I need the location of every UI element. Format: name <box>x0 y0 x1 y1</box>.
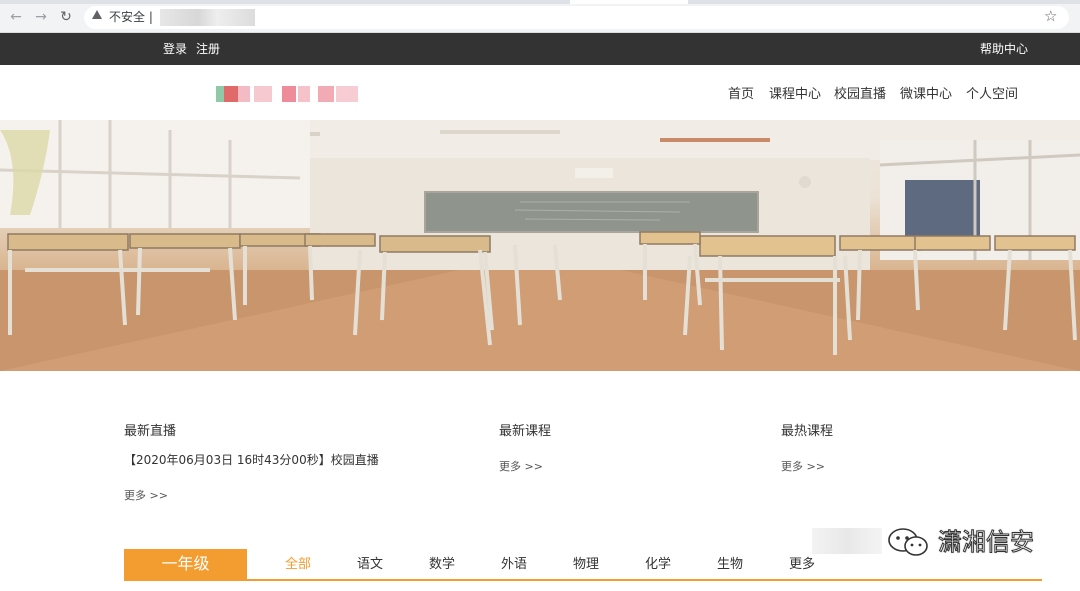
subject-tab-chinese[interactable]: 语文 <box>357 557 383 572</box>
subject-tab-all[interactable]: 全部 <box>285 557 311 572</box>
reload-icon[interactable]: ↻ <box>58 9 74 25</box>
tab-strip <box>0 0 1080 4</box>
nav-campus-live[interactable]: 校园直播 <box>834 87 886 102</box>
nav-course-center[interactable]: 课程中心 <box>769 87 821 102</box>
browser-toolbar: ← → ↻ 不安全 | ☆ <box>0 0 1080 33</box>
subject-tab-foreign-language[interactable]: 外语 <box>501 557 527 572</box>
top-bar: 登录 注册 帮助中心 <box>0 33 1080 65</box>
hero-classroom-banner <box>0 120 1080 371</box>
nav-home[interactable]: 首页 <box>728 87 754 102</box>
latest-courses-more-link[interactable]: 更多 >> <box>499 460 543 473</box>
hot-courses-more-link[interactable]: 更多 >> <box>781 460 825 473</box>
star-icon[interactable]: ☆ <box>1044 8 1057 24</box>
security-label[interactable]: 不安全 | <box>109 10 153 24</box>
login-link[interactable]: 登录 <box>163 42 187 56</box>
live-list-item[interactable]: 【2020年06月03日 16时43分00秒】校园直播 <box>124 453 379 467</box>
watermark-redacted <box>812 528 882 554</box>
subject-tab-more[interactable]: 更多 <box>789 557 815 572</box>
wechat-icon <box>888 528 928 556</box>
latest-live-title: 最新直播 <box>124 424 177 439</box>
classroom-illustration <box>0 120 1080 371</box>
warning-icon[interactable] <box>92 10 102 19</box>
subject-tab-biology[interactable]: 生物 <box>717 557 743 572</box>
site-header: 首页 课程中心 校园直播 微课中心 个人空间 <box>0 65 1080 120</box>
help-center-link[interactable]: 帮助中心 <box>980 42 1028 56</box>
subject-tab-chemistry[interactable]: 化学 <box>645 557 671 572</box>
grade-label[interactable]: 一年级 <box>124 549 247 579</box>
site-logo-redacted[interactable] <box>216 80 358 108</box>
nav-micro-course[interactable]: 微课中心 <box>900 87 952 102</box>
latest-courses-title: 最新课程 <box>499 424 552 439</box>
back-icon[interactable]: ← <box>8 9 24 25</box>
nav-personal-space[interactable]: 个人空间 <box>966 87 1018 102</box>
register-link[interactable]: 注册 <box>196 42 220 56</box>
url-text-redacted[interactable] <box>160 9 255 26</box>
grade-underline <box>124 579 1042 581</box>
watermark-text: 潇湘信安 <box>938 528 1035 557</box>
hot-courses-title: 最热课程 <box>781 424 834 439</box>
subject-tab-math[interactable]: 数学 <box>429 557 455 572</box>
forward-icon[interactable]: → <box>33 9 49 25</box>
active-tab[interactable] <box>570 0 688 4</box>
live-more-link[interactable]: 更多 >> <box>124 489 168 502</box>
subject-tab-physics[interactable]: 物理 <box>573 557 599 572</box>
